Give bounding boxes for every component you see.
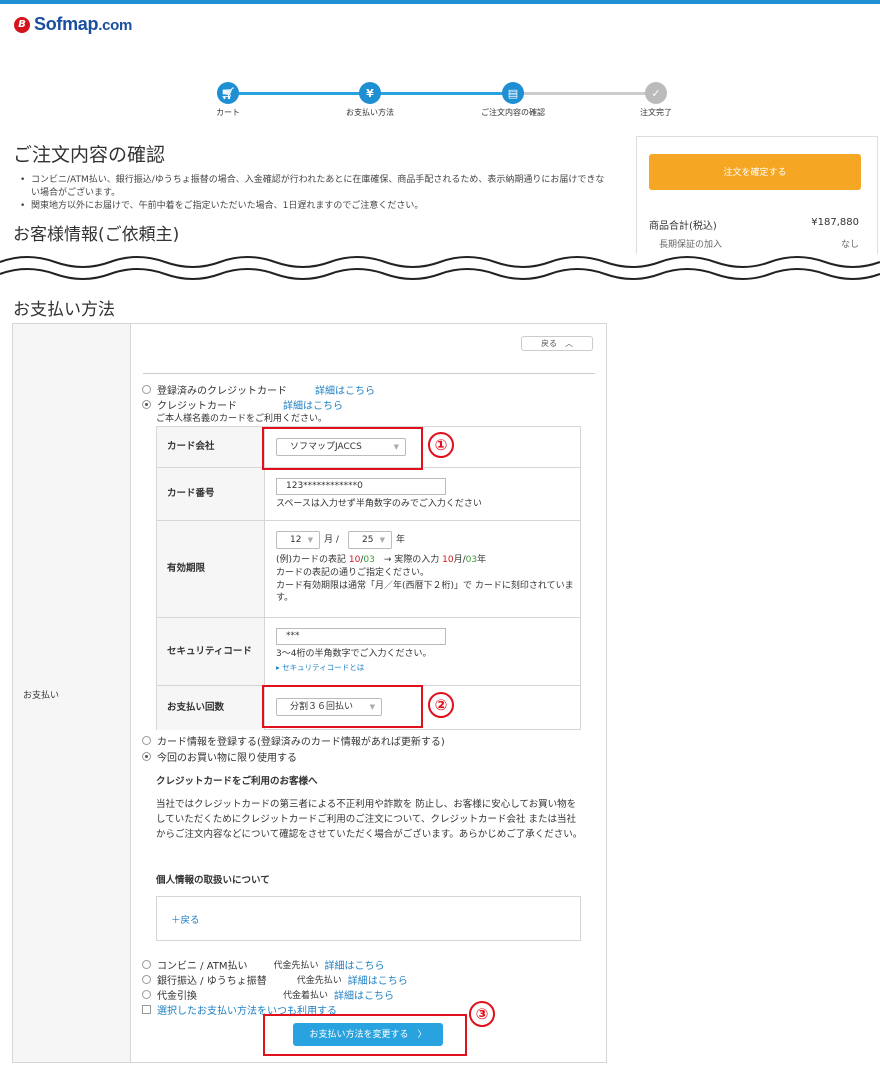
subtotal-value: ¥187,880	[811, 217, 859, 228]
radio-button[interactable]	[142, 975, 151, 984]
step-cart: 🛒︎ カート	[188, 82, 268, 118]
radio-this-time-only[interactable]: 今回のお買い物に限り使用する	[142, 749, 297, 764]
callout-2: ②	[428, 692, 454, 718]
radio-bank-transfer[interactable]: 銀行振込 / ゆうちょ振替 代金先払い 詳細はこちら	[142, 972, 408, 987]
security-code-hint: 3～4桁の半角数字でご入力ください。	[276, 649, 432, 659]
radio-label: コンビニ / ATM払い	[157, 961, 248, 972]
privacy-panel: ＋戻る	[156, 896, 581, 941]
radio-register-card[interactable]: カード情報を登録する(登録済みのカード情報があれば更新する)	[142, 733, 445, 748]
note-item: 関東地方以外にお届けで、午前中着をご指定いただいた場合、1日遅れますのでご注意く…	[20, 200, 610, 213]
privacy-expand-toggle[interactable]: ＋戻る	[171, 912, 200, 926]
radio-label: 銀行振込 / ゆうちょ振替	[157, 976, 267, 987]
details-link[interactable]: 詳細はこちら	[334, 987, 394, 1002]
radio-button-selected[interactable]	[142, 400, 151, 409]
clipboard-icon: ▤	[502, 82, 524, 104]
highlight-card-company	[262, 427, 423, 470]
step-cart-label: カート	[216, 108, 240, 117]
yen-icon: ¥	[359, 82, 381, 104]
expiry-cell: 12 ▼ 月 / 25 ▼ 年 (例)カードの表記 10/03 → 実際の入力 10…	[265, 521, 580, 617]
radio-button[interactable]	[142, 960, 151, 969]
security-code-row: セキュリティコード *** 3～4桁の半角数字でご入力ください。 ▸ セキュリテ…	[157, 618, 580, 686]
confirm-order-button[interactable]: 注文を確定する	[649, 154, 861, 190]
radio-registered-card[interactable]: 登録済みのクレジットカード 詳細はこちら	[142, 382, 375, 397]
radio-convenience-store[interactable]: コンビニ / ATM払い 代金先払い 詳細はこちら	[142, 957, 385, 972]
radio-button[interactable]	[142, 736, 151, 745]
registered-card-details-link[interactable]: 詳細はこちら	[315, 382, 375, 397]
step-confirm: ▤ ご注文内容の確認	[473, 82, 553, 118]
step-payment: ¥ お支払い方法	[330, 82, 410, 118]
step-complete-label: 注文完了	[640, 108, 672, 117]
security-code-input[interactable]: ***	[276, 628, 446, 645]
note-item: コンビニ/ATM払い、銀行振込/ゆうちょ振替の場合、入金確認が行われたあとに在庫…	[20, 174, 610, 200]
radio-label: 登録済みのクレジットカード	[157, 386, 287, 397]
credit-card-details-link[interactable]: 詳細はこちら	[283, 397, 343, 412]
expiry-year-select[interactable]: 25 ▼	[348, 531, 392, 549]
payment-row-label: お支払い	[23, 691, 60, 701]
site-logo[interactable]: B Sofmap.com	[14, 14, 132, 35]
expiry-format-note: カード有効期限は通常「月／年(西暦下２桁)」で カードに刻印されています。	[276, 581, 574, 603]
expiry-label: 有効期限	[157, 521, 265, 617]
security-code-info-link[interactable]: ▸ セキュリティコードとは	[276, 662, 364, 674]
checkout-stepper: 🛒︎ カート ¥ お支払い方法 ▤ ご注文内容の確認 ✓ 注文完了	[190, 82, 690, 122]
card-number-label: カード番号	[157, 468, 265, 520]
card-number-hint: スペースは入力せず半角数字のみでご入力ください	[276, 499, 482, 509]
details-link[interactable]: 詳細はこちら	[325, 957, 385, 972]
month-unit: 月 /	[324, 535, 339, 545]
expiry-example: (例)カードの表記 10/03 → 実際の入力 10月/03年	[276, 555, 487, 565]
radio-label: カード情報を登録する(登録済みのカード情報があれば更新する)	[157, 737, 445, 748]
subtotal-row: 商品合計(税込) ¥187,880	[649, 217, 859, 232]
radio-credit-card[interactable]: クレジットカード 詳細はこちら	[142, 397, 343, 412]
customer-heading: お客様情報(ご依頼主)	[13, 225, 180, 245]
installments-label: お支払い回数	[157, 686, 265, 730]
year-unit: 年	[396, 535, 406, 545]
card-number-cell: 123************0 スペースは入力せず半角数字のみでご入力ください	[265, 468, 580, 520]
card-company-label: カード会社	[157, 427, 265, 467]
collapse-button[interactable]: 戻る ︿	[521, 336, 593, 351]
radio-label: 今回のお買い物に限り使用する	[157, 753, 297, 764]
subtotal-label: 商品合計(税込)	[649, 221, 717, 232]
chevron-down-icon: ▼	[307, 536, 313, 544]
expiry-note: カードの表記の通りご指定ください。	[276, 568, 430, 578]
bic-logo-icon: B	[14, 16, 30, 33]
checkbox[interactable]	[142, 1005, 151, 1014]
radio-button[interactable]	[142, 385, 151, 394]
details-link[interactable]: 詳細はこちら	[348, 972, 408, 987]
privacy-heading: 個人情報の取扱いについて	[156, 875, 270, 886]
check-icon: ✓	[645, 82, 667, 104]
security-code-cell: *** 3～4桁の半角数字でご入力ください。 ▸ セキュリティコードとは	[265, 618, 580, 685]
card-notice-heading: クレジットカードをご利用のお客様へ	[156, 776, 318, 787]
callout-3: ③	[469, 1001, 495, 1027]
payment-row-header: お支払い	[13, 324, 131, 1062]
expiry-month-select[interactable]: 12 ▼	[276, 531, 320, 549]
cart-icon: 🛒︎	[217, 82, 239, 104]
card-number-row: カード番号 123************0 スペースは入力せず半角数字のみでご…	[157, 468, 580, 521]
payment-heading: お支払い方法	[13, 300, 115, 320]
security-code-label: セキュリティコード	[157, 618, 265, 685]
top-accent-bar	[0, 0, 880, 4]
chevron-down-icon: ▼	[379, 536, 385, 544]
card-notice-body: 当社ではクレジットカードの第三者による不正利用や詐欺を 防止し、お客様に安心して…	[156, 799, 583, 840]
payment-timing-note: 代金先払い	[296, 976, 342, 986]
radio-cash-on-delivery[interactable]: 代金引換 代金着払い 詳細はこちら	[142, 987, 394, 1002]
step-payment-label: お支払い方法	[346, 108, 394, 117]
order-notes: コンビニ/ATM払い、銀行振込/ゆうちょ振替の場合、入金確認が行われたあとに在庫…	[20, 174, 610, 213]
page-title: ご注文内容の確認	[13, 144, 166, 166]
card-number-input[interactable]: 123************0	[276, 478, 446, 495]
card-holder-note: ご本人様名義のカードをご利用ください。	[156, 414, 328, 424]
step-confirm-label: ご注文内容の確認	[481, 108, 545, 117]
radio-button[interactable]	[142, 990, 151, 999]
radio-label: クレジットカード	[157, 401, 237, 412]
expiry-row: 有効期限 12 ▼ 月 / 25 ▼ 年 (例)カードの表記 10/03 → 実際の…	[157, 521, 580, 618]
radio-button-selected[interactable]	[142, 752, 151, 761]
highlight-installments	[262, 685, 423, 728]
payment-timing-note: 代金先払い	[273, 961, 319, 971]
logo-wordmark: Sofmap.com	[34, 14, 133, 34]
payment-timing-note: 代金着払い	[283, 991, 329, 1001]
divider	[143, 373, 595, 374]
step-complete: ✓ 注文完了	[616, 82, 696, 118]
radio-label: 代金引換	[157, 991, 197, 1002]
page-cut-divider	[0, 254, 880, 282]
callout-1: ①	[428, 432, 454, 458]
highlight-change-button	[263, 1014, 467, 1056]
